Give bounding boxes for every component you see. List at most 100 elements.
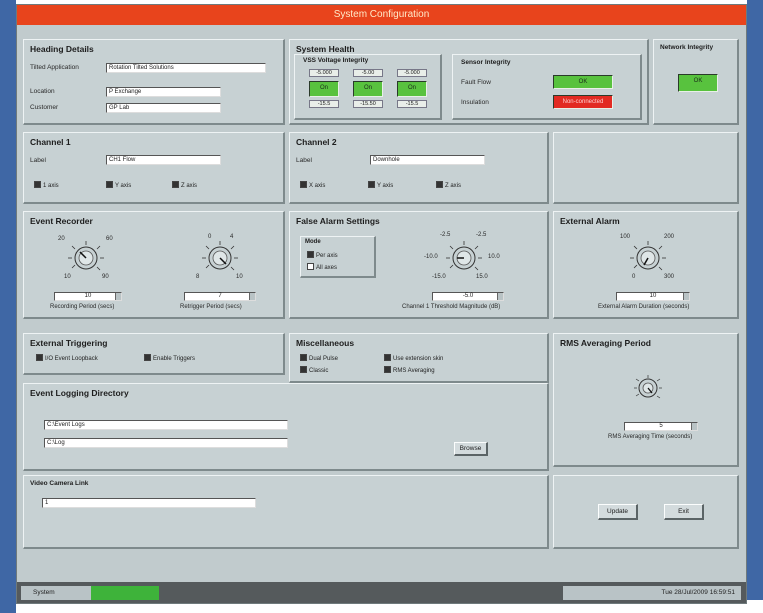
voltage-bottom-2: -15.50 (353, 100, 383, 108)
channel-1-label-field[interactable]: CH1 Flow (106, 155, 221, 165)
external-triggering-title: External Triggering (30, 338, 108, 348)
update-button[interactable]: Update (598, 504, 638, 520)
channel-2-option-3[interactable]: Z axis (436, 181, 461, 189)
exit-button[interactable]: Exit (664, 504, 704, 520)
channel-1-option-3[interactable]: Z axis (172, 181, 197, 189)
threshold-magnitude-caption: Channel 1 Threshold Magnitude (dB) (402, 304, 501, 310)
recording-knob-tick-4: 90 (102, 274, 109, 280)
channel-1-option-1[interactable]: 1 axis (34, 181, 59, 189)
event-logging-title: Event Logging Directory (30, 388, 129, 398)
retrigger-knob-tick-3: 8 (196, 274, 200, 280)
event-log-path-2[interactable]: C:\Log (44, 438, 288, 448)
external-alarm-tick-2: 200 (664, 234, 675, 240)
mode-all-axes[interactable]: All axes (307, 263, 337, 271)
voltage-state-1: On (309, 81, 339, 97)
rms-averaging-panel: RMS Averaging Period 5 RMS Averaging Tim… (553, 333, 739, 467)
status-datetime: Tue 28/Jul/2009 16:59:51 (563, 586, 741, 600)
voltage-state-3: On (397, 81, 427, 97)
customer-label: Customer (30, 104, 59, 111)
recording-period-caption: Recording Period (secs) (50, 304, 115, 310)
recording-period-spinner[interactable] (115, 293, 121, 300)
insulation-label: Insulation (461, 99, 489, 106)
event-log-path-1[interactable]: C:\Event Logs (44, 420, 288, 430)
voltage-top-1: -5.000 (309, 69, 339, 77)
false-alarm-panel: False Alarm Settings Mode Per axis All a… (289, 211, 549, 319)
classic-option[interactable]: Classic (300, 366, 328, 374)
mode-per-axis[interactable]: Per axis (307, 251, 338, 259)
external-triggering-panel: External Triggering I/O Event Loopback E… (23, 333, 285, 375)
recording-knob-tick-3: 10 (64, 274, 71, 280)
event-logging-panel: Event Logging Directory C:\Event Logs C:… (23, 383, 549, 471)
mode-title: Mode (305, 239, 321, 245)
io-event-loopback-option[interactable]: I/O Event Loopback (36, 354, 98, 362)
event-recorder-title: Event Recorder (30, 216, 93, 226)
tilted-application-field[interactable]: Rotation Tilted Solutions (106, 63, 266, 73)
threshold-tick-1: -2.5 (440, 232, 451, 238)
insulation-indicator: Non-connected (553, 95, 613, 109)
channel-2-option-2[interactable]: Y axis (368, 181, 393, 189)
status-indicator (91, 586, 159, 600)
voltage-state-2: On (353, 81, 383, 97)
channel-2-title: Channel 2 (296, 137, 337, 147)
heading-details-title: Heading Details (30, 44, 94, 54)
voltage-integrity-group: VSS Voltage Integrity -5.000 -5.00 -5.00… (294, 54, 442, 120)
retrigger-period-value: 7 (218, 293, 222, 299)
threshold-magnitude-input[interactable]: -5.0 (432, 292, 504, 301)
fault-flow-label: Fault Flow (461, 79, 491, 86)
sensor-integrity-title: Sensor Integrity (461, 59, 511, 66)
use-extension-skin-option[interactable]: Use extension skin (384, 354, 443, 362)
retrigger-period-knob[interactable] (188, 230, 252, 280)
rms-averaging-caption: RMS Averaging Time (seconds) (608, 434, 693, 440)
rms-averaging-option[interactable]: RMS Averaging (384, 366, 435, 374)
video-camera-link-field[interactable]: 1 (42, 498, 256, 508)
voltage-top-2: -5.00 (353, 69, 383, 77)
retrigger-period-input[interactable]: 7 (184, 292, 256, 301)
external-alarm-tick-4: 300 (664, 274, 675, 280)
threshold-tick-4: 10.0 (488, 254, 500, 260)
empty-panel-right (553, 132, 739, 204)
threshold-magnitude-spinner[interactable] (497, 293, 503, 300)
dual-pulse-option[interactable]: Dual Pulse (300, 354, 338, 362)
miscellaneous-panel: Miscellaneous Dual Pulse Classic Use ext… (289, 333, 549, 383)
threshold-tick-5: -15.0 (432, 274, 446, 280)
network-integrity-indicator: OK (678, 74, 718, 92)
rms-averaging-knob[interactable] (616, 362, 680, 412)
external-alarm-title: External Alarm (560, 216, 620, 226)
external-alarm-spinner[interactable] (683, 293, 689, 300)
customer-field[interactable]: GP Lab (106, 103, 221, 113)
actions-panel: Update Exit (553, 475, 739, 549)
threshold-tick-3: -10.0 (424, 254, 438, 260)
channel-1-option-2[interactable]: Y axis (106, 181, 131, 189)
retrigger-knob-tick-2: 4 (230, 234, 234, 240)
retrigger-knob-tick-1: 0 (208, 234, 212, 240)
external-alarm-panel: External Alarm 100 200 0 300 10 External… (553, 211, 739, 319)
browse-button[interactable]: Browse (454, 442, 488, 456)
channel-1-label-caption: Label (30, 157, 46, 164)
enable-triggers-option[interactable]: Enable Triggers (144, 354, 195, 362)
voltage-integrity-title: VSS Voltage Integrity (303, 57, 369, 64)
system-configuration-window: System Configuration Heading Details Til… (16, 4, 747, 604)
channel-2-panel: Channel 2 Label Downhole X axis Y axis Z… (289, 132, 549, 204)
recording-period-value: 10 (84, 293, 92, 299)
video-camera-panel: Video Camera Link 1 (23, 475, 549, 549)
threshold-tick-2: -2.5 (476, 232, 487, 238)
external-alarm-input[interactable]: 10 (616, 292, 690, 301)
voltage-bottom-3: -15.5 (397, 100, 427, 108)
network-integrity-panel: Network Integrity OK (653, 39, 739, 125)
heading-details-panel: Heading Details Tilted Application Rotat… (23, 39, 285, 125)
retrigger-period-spinner[interactable] (249, 293, 255, 300)
miscellaneous-title: Miscellaneous (296, 338, 355, 348)
system-health-title: System Health (296, 44, 355, 54)
channel-2-label-field[interactable]: Downhole (370, 155, 485, 165)
rms-averaging-title: RMS Averaging Period (560, 338, 651, 348)
status-label: System (21, 586, 91, 600)
recording-period-input[interactable]: 10 (54, 292, 122, 301)
video-camera-title: Video Camera Link (30, 480, 89, 487)
location-field[interactable]: P Exchange (106, 87, 221, 97)
rms-averaging-spinner[interactable] (691, 423, 697, 430)
channel-2-option-1[interactable]: X axis (300, 181, 325, 189)
rms-averaging-input[interactable]: 5 (624, 422, 698, 431)
external-alarm-caption: External Alarm Duration (seconds) (598, 304, 690, 310)
external-alarm-tick-3: 0 (632, 274, 636, 280)
network-integrity-title: Network Integrity (660, 44, 714, 51)
